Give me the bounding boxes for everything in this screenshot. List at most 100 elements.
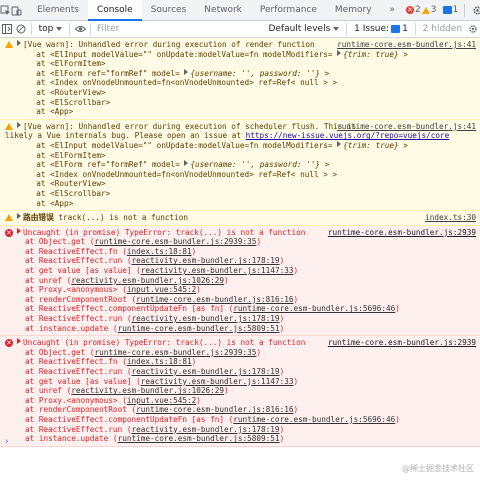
stack-frame-source-link[interactable]: reactivity.esm-bundler.js:178:19 [131,425,279,434]
error-count-badge[interactable]: ✕ 2 3 [404,5,438,15]
stack-frame-source-link[interactable]: reactivity.esm-bundler.js:1147:33 [141,266,294,275]
tab-performance[interactable]: Performance [251,0,326,20]
console-warning-message[interactable]: index.ts:30 路由错误 track(...) is not a fun… [0,211,480,226]
stack-frame-source-link[interactable]: runtime-core.esm-bundler.js:5809:51 [118,434,280,443]
stack-frame-close: ) [279,434,285,444]
error-icon: ✕ [5,228,13,237]
stack-frame-function: at instance.update ( [25,323,118,333]
expand-triangle-icon[interactable] [337,140,342,147]
source-link[interactable]: runtime-core.esm-bundler.js:41 [337,122,476,132]
stack-frame-close: ) [293,405,299,415]
stack-frame-source-link[interactable]: runtime-core.esm-bundler.js:2939:35 [94,237,256,246]
console-prompt-input[interactable]: › [5,437,9,447]
expand-triangle-icon[interactable] [17,227,21,234]
stack-frame-source-link[interactable]: index.ts:18:81 [127,247,192,256]
expand-triangle-icon[interactable] [17,121,21,128]
console-warning-message[interactable]: runtime-core.esm-bundler.js:41 [Vue warn… [0,119,480,212]
stack-frame-source-link[interactable]: runtime-core.esm-bundler.js:816:16 [136,295,293,304]
tab-network[interactable]: Network [195,0,251,20]
stack-frame-source-link[interactable]: index.ts:18:81 [127,357,192,366]
stack-frame-close: ) [224,386,229,396]
stack-frame-source-link[interactable]: reactivity.esm-bundler.js:178:19 [131,314,279,323]
issue-message-icon [391,25,401,33]
stack-frame-function: at ReactiveEffect.run ( [25,256,132,266]
object-preview[interactable]: {username: '', password: ''} [190,160,320,169]
toolbar-separator [346,23,348,35]
warning-icon [5,122,13,130]
stack-frame-function: at ReactiveEffect.componentUpdateFn [as … [25,414,234,424]
log-levels-dropdown[interactable]: Default levels [264,24,343,34]
expand-triangle-icon[interactable] [184,160,189,167]
stack-frame-close: ) [293,376,299,386]
stack-frame: at ReactiveEffect.fn (index.ts:18:81) [17,357,476,367]
expand-triangle-icon[interactable] [184,68,189,75]
console-error-message[interactable]: ✕ runtime-core.esm-bundler.js:2939 Uncau… [0,336,480,447]
stack-frame-close: ) [395,304,400,314]
stack-frame-source-link[interactable]: input.vue:545:2 [127,285,196,294]
tab-console[interactable]: Console [87,0,142,21]
chevron-down-icon [333,27,340,31]
tab-sources[interactable]: Sources [142,0,196,20]
stack-frame-function: at get value [as value] ( [25,376,141,386]
sidebar-toggle-icon[interactable] [0,24,14,34]
stack-frame-source-link[interactable]: reactivity.esm-bundler.js:1147:33 [141,377,294,386]
stack-frame-function: at unref ( [25,386,72,396]
object-preview[interactable]: {username: '', password: ''} [190,69,320,78]
source-link[interactable]: runtime-core.esm-bundler.js:41 [337,40,476,50]
settings-gear-icon[interactable] [469,5,480,16]
stack-frame-source-link[interactable]: reactivity.esm-bundler.js:1026:29 [71,276,224,285]
stack-frame-source-link[interactable]: runtime-core.esm-bundler.js:5696:46 [233,415,395,424]
trace-line: at <ElScrollbar> [27,188,111,198]
stack-frame-source-link[interactable]: runtime-core.esm-bundler.js:5809:51 [118,324,280,333]
stack-frame: at get value [as value] (reactivity.esm-… [17,377,476,387]
stack-frame-source-link[interactable]: reactivity.esm-bundler.js:178:19 [131,367,279,376]
source-link[interactable]: runtime-core.esm-bundler.js:2939 [328,228,476,238]
context-selector[interactable]: top [35,24,67,34]
stack-frame-function: at Proxy.<anonymous> ( [25,395,127,405]
source-link[interactable]: index.ts:30 [425,213,476,223]
expand-triangle-icon[interactable] [17,40,21,46]
issues-button[interactable]: 1 Issue: 1 [350,24,412,34]
stack-frame-source-link[interactable]: runtime-core.esm-bundler.js:816:16 [136,405,293,414]
stack-frame-function: at instance.update ( [25,434,118,444]
stack-frame: at instance.update (runtime-core.esm-bun… [17,434,476,444]
expand-triangle-icon[interactable] [17,338,21,345]
stack-frame-source-link[interactable]: runtime-core.esm-bundler.js:2939:35 [94,348,256,357]
more-tabs-button[interactable]: » [381,0,405,20]
error-icon: ✕ [5,339,13,348]
stack-frame-source-link[interactable]: reactivity.esm-bundler.js:178:19 [131,256,279,265]
stack-frame: at Object.get (runtime-core.esm-bundler.… [17,348,476,358]
source-link[interactable]: runtime-core.esm-bundler.js:2939 [328,338,476,348]
console-settings-gear-icon[interactable] [466,24,480,34]
toolbar-separator [464,3,466,17]
expand-triangle-icon[interactable] [337,49,342,56]
stack-frame-function: at renderComponentRoot ( [25,294,137,304]
live-expression-eye-icon[interactable] [73,25,87,33]
console-warning-message[interactable]: runtime-core.esm-bundler.js:41 [Vue warn… [0,38,480,120]
stack-frame: at ReactiveEffect.run (reactivity.esm-bu… [17,256,476,266]
filter-input[interactable] [94,22,265,36]
stack-frame: at ReactiveEffect.componentUpdateFn [as … [17,304,476,314]
stack-frame-close: ) [256,347,262,357]
trace-line: at <ElForm ref="formRef" model= [27,68,185,78]
tab-memory[interactable]: Memory [326,0,381,20]
stack-frame-close: ) [256,237,262,247]
stack-frame-source-link[interactable]: reactivity.esm-bundler.js:1026:29 [71,386,224,395]
device-toolbar-icon[interactable] [11,0,22,20]
object-preview[interactable]: {trim: true} [343,50,399,59]
stack-frame-source-link[interactable]: input.vue:545:2 [127,396,196,405]
expand-triangle-icon[interactable] [17,213,21,220]
stack-frame-function: at ReactiveEffect.run ( [25,424,132,434]
stack-frame-function: at Object.get ( [25,237,95,247]
object-preview[interactable]: {trim: true} [343,141,399,150]
tab-elements[interactable]: Elements [28,0,88,20]
console-error-message[interactable]: ✕ runtime-core.esm-bundler.js:2939 Uncau… [0,225,480,337]
inspect-element-icon[interactable] [0,0,11,20]
clear-console-icon[interactable] [14,24,28,34]
stack-frame-source-link[interactable]: runtime-core.esm-bundler.js:5696:46 [233,304,395,313]
warning-icon [421,6,430,14]
issue-link[interactable]: https://new-issue.vuejs.org/?repo=vuejs/… [246,131,450,140]
stack-frame: at ReactiveEffect.run (reactivity.esm-bu… [17,367,476,377]
trace-line: at <ElInput modelValue="" onUpdate:model… [27,140,338,150]
message-count-badge[interactable]: 1 [441,5,461,15]
